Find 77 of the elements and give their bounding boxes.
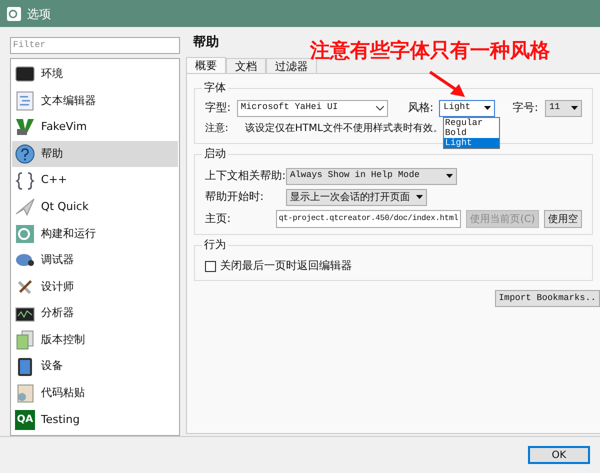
sidebar-item[interactable]: 构建和运行 <box>12 220 178 248</box>
sidebar-item-label: C++ <box>41 172 68 188</box>
sidebar-item-label: 设备 <box>41 358 63 374</box>
style-label: 风格: <box>408 100 434 116</box>
sidebar-item[interactable]: 调试器 <box>12 247 178 274</box>
sidebar-item-label: 帮助 <box>41 146 63 162</box>
qt-logo-icon <box>15 224 35 244</box>
sidebar-item[interactable]: 设备 <box>12 353 178 380</box>
clipboard-icon <box>15 383 35 404</box>
font-family-combo[interactable]: Microsoft YaHei UI <box>236 100 388 116</box>
sidebar-item-label: Testing <box>41 412 80 428</box>
caret-icon <box>446 174 453 178</box>
qa-badge-icon: QA <box>15 410 35 430</box>
sidebar-item-label: 环境 <box>41 66 63 82</box>
sidebar-item[interactable]: 版本控制 <box>12 326 178 354</box>
context-help-label: 上下文相关帮助: <box>205 168 286 184</box>
home-label: 主页: <box>205 210 232 227</box>
files-icon <box>15 330 35 350</box>
sidebar-item[interactable]: 环境 <box>12 60 178 88</box>
qt-logo-icon <box>7 6 21 20</box>
monitor-icon <box>15 64 35 84</box>
sidebar-item[interactable]: 设计师 <box>12 274 178 300</box>
on-start-label: 帮助开始时: <box>205 188 265 205</box>
caret-icon <box>484 106 491 110</box>
sidebar-item-label: 文本编辑器 <box>41 92 96 109</box>
context-help-combo[interactable]: Always Show in Help Mode <box>286 168 457 184</box>
group-title: 行为 <box>202 238 228 252</box>
page-title: 帮助 <box>193 35 219 51</box>
style-option[interactable]: Light <box>444 138 499 148</box>
style-combo[interactable]: Light <box>439 100 495 116</box>
sidebar-item[interactable]: 帮助 <box>12 140 178 168</box>
sidebar-item-label: 构建和运行 <box>41 226 96 242</box>
note-text: 该设定仅在HTML文件不使用样式表时有效。 <box>245 122 443 136</box>
home-page-field[interactable]: qt-project.qtcreator.450/doc/index.html <box>276 210 462 228</box>
sidebar-item[interactable]: 分析器 <box>12 300 178 327</box>
sidebar-item-label: FakeVim <box>41 119 87 136</box>
sidebar-item-label: 分析器 <box>41 305 74 322</box>
vim-logo-icon <box>15 117 35 138</box>
brush-icon <box>18 280 32 294</box>
sidebar-item-label: Qt Quick <box>41 198 89 215</box>
group-title: 启动 <box>202 147 228 161</box>
size-combo[interactable]: 11 <box>545 100 582 116</box>
help-icon <box>15 144 35 164</box>
sidebar-item[interactable]: FakeVim <box>12 114 178 141</box>
paper-plane-icon <box>15 197 35 218</box>
home-page-button[interactable]: 使用空 <box>544 210 582 228</box>
sidebar-item[interactable]: QA Testing <box>12 406 178 434</box>
on-start-combo[interactable]: 显示上一次会话的打开页面 <box>286 188 427 206</box>
sidebar-item[interactable]: 文本编辑器 <box>12 87 178 114</box>
sidebar-item[interactable]: Qt Quick <box>12 194 178 220</box>
ok-button[interactable]: OK <box>528 446 590 464</box>
document-icon <box>15 90 35 111</box>
group-title: 字体 <box>202 81 228 95</box>
sidebar-item-label: 设计师 <box>41 278 74 295</box>
family-label: 字型: <box>205 100 232 116</box>
sidebar-item[interactable]: C++ <box>12 167 178 194</box>
sidebar-item-label: 版本控制 <box>41 332 85 348</box>
chevron-icon <box>376 106 384 110</box>
caret-icon <box>571 106 578 110</box>
caret-icon <box>416 195 423 199</box>
sidebar-item-label: 代码粘贴 <box>41 385 85 402</box>
tablet-icon <box>15 356 35 377</box>
tab[interactable]: 文档 <box>226 58 266 73</box>
style-option[interactable]: Bold <box>444 128 499 138</box>
import-bookmarks-button[interactable]: Import Bookmarks.. <box>494 290 600 307</box>
note-label: 注意: <box>205 122 230 136</box>
sidebar-item[interactable]: 代码粘贴 <box>12 380 178 407</box>
filter-field[interactable]: Filter <box>10 37 180 54</box>
style-option[interactable]: Regular <box>444 118 499 128</box>
checkbox-label: 关闭最后一页时返回编辑器 <box>220 258 352 274</box>
annotation-arrow <box>428 70 466 98</box>
checkbox[interactable] <box>205 260 216 272</box>
tab[interactable]: 概要 <box>186 57 226 73</box>
window-title: 选项 <box>27 6 51 22</box>
sidebar-item-label: 调试器 <box>41 252 74 268</box>
braces-icon <box>15 170 35 191</box>
size-label: 字号: <box>512 100 540 116</box>
